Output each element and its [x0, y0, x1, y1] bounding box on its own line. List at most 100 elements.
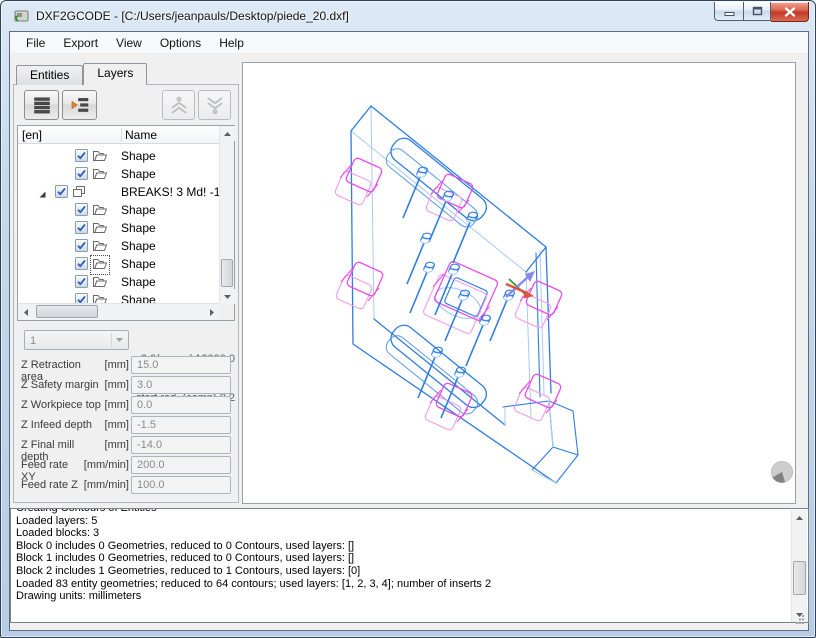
tree-row[interactable]: Shape: [18, 291, 219, 303]
menu-export[interactable]: Export: [54, 33, 107, 53]
field-input[interactable]: 0.0: [131, 396, 231, 414]
tree-row[interactable]: Shape: [18, 273, 219, 291]
row-label: Shape: [121, 149, 156, 163]
parameter-row: Z Final mill depth [mm] -14.0: [14, 436, 238, 463]
scroll-up-arrow[interactable]: [220, 126, 235, 141]
menu-view[interactable]: View: [107, 33, 151, 53]
row-label: Shape: [121, 221, 156, 235]
checkbox-icon: [75, 149, 88, 162]
shape-folder-icon: [93, 259, 108, 269]
tree-row[interactable]: Shape: [18, 147, 219, 165]
folder-icon: [92, 293, 108, 303]
layer-checkbox[interactable]: [75, 167, 88, 183]
field-input[interactable]: 15.0: [131, 356, 231, 374]
column-header-name: Name: [125, 128, 158, 142]
shape-folder-icon: [93, 277, 108, 287]
log-line: Loaded layers: 5: [16, 514, 98, 527]
window-title: DXF2GCODE - [C:/Users/jeanpauls/Desktop/…: [36, 9, 349, 23]
scroll-left-arrow[interactable]: [18, 304, 33, 320]
tree-row[interactable]: Shape: [18, 219, 219, 237]
menu-file[interactable]: File: [17, 33, 54, 53]
log-line: Drawing units: millimeters: [16, 590, 142, 603]
tree-row[interactable]: Shape: [18, 201, 219, 219]
layer-checkbox[interactable]: [75, 275, 88, 291]
row-label: BREAKS! 3 Md! -14: [121, 185, 219, 199]
parameter-row: Z Safety margin [mm] 3.0: [14, 376, 238, 396]
scroll-thumb[interactable]: [221, 259, 233, 287]
tree-row[interactable]: Shape: [18, 255, 219, 275]
minimize-button[interactable]: [714, 2, 743, 21]
field-input[interactable]: -1.5: [131, 416, 231, 434]
row-label: Shape: [121, 239, 156, 253]
field-input[interactable]: 100.0: [131, 476, 231, 494]
folder-icon: [92, 203, 108, 219]
client-area: File Export View Options Help Entities Layers: [9, 31, 809, 631]
move-down-button[interactable]: [198, 90, 231, 120]
chevron-down-icon: [111, 333, 126, 347]
log-line: Loaded 83 entity geometries; reduced to …: [16, 577, 492, 590]
tree-vertical-scrollbar[interactable]: [219, 126, 235, 304]
row-label: Shape: [121, 167, 156, 181]
collapse-tree-button[interactable]: [24, 90, 59, 120]
field-label: Z Workpiece top: [21, 399, 101, 411]
cad-canvas[interactable]: [242, 62, 796, 504]
scroll-thumb[interactable]: [36, 305, 98, 318]
menu-options[interactable]: Options: [151, 33, 210, 53]
tree-row[interactable]: Shape: [18, 165, 219, 183]
field-label: Z Infeed depth: [21, 419, 92, 431]
tree-row[interactable]: BREAKS! 3 Md! -14: [18, 183, 219, 201]
orbit-control-button[interactable]: [771, 461, 793, 483]
field-input[interactable]: -14.0: [131, 436, 231, 454]
expander[interactable]: [38, 188, 47, 202]
maximize-button[interactable]: [743, 2, 771, 21]
tab-entities[interactable]: Entities: [16, 65, 84, 85]
close-icon: [784, 6, 795, 17]
move-up-button[interactable]: [162, 90, 195, 120]
titlebar[interactable]: DXF2GCODE - [C:/Users/jeanpauls/Desktop/…: [1, 1, 815, 31]
layer-checkbox[interactable]: [75, 257, 88, 273]
scroll-thumb[interactable]: [793, 561, 806, 595]
folder-icon: [92, 275, 108, 291]
parameter-row: Feed rate XY [mm/min] 200.0: [14, 456, 238, 483]
layer-checkbox[interactable]: [75, 239, 88, 255]
layer-checkbox[interactable]: [75, 221, 88, 237]
field-label: Z Safety margin: [21, 379, 99, 391]
layer-checkbox[interactable]: [75, 203, 88, 219]
scroll-right-arrow[interactable]: [204, 304, 219, 320]
folder-icon: [92, 149, 108, 165]
tree-horizontal-scrollbar[interactable]: [18, 303, 219, 320]
menu-help[interactable]: Help: [210, 33, 253, 53]
tree-row[interactable]: Shape: [18, 237, 219, 255]
tab-layers[interactable]: Layers: [83, 63, 148, 85]
field-input[interactable]: 3.0: [131, 376, 231, 394]
tool-number-select[interactable]: 1: [24, 330, 129, 350]
shape-folder-icon: [93, 241, 108, 251]
arrow-up-icon: [171, 96, 186, 113]
layer-checkbox[interactable]: [75, 149, 88, 165]
layer-checkbox[interactable]: [75, 293, 88, 303]
checkbox-icon: [75, 203, 88, 216]
layers-panel: [en] Name Shape Shape BREAKS! 3 Md! -14 Sha…: [13, 84, 239, 503]
tree-header: [en] Name: [18, 126, 219, 144]
arrow-down-icon: [207, 97, 222, 114]
app-window: DXF2GCODE - [C:/Users/jeanpauls/Desktop/…: [0, 0, 816, 638]
expand-tree-button[interactable]: [62, 90, 97, 120]
checkbox-icon: [75, 221, 88, 234]
minimize-icon: [724, 11, 734, 16]
field-input[interactable]: 200.0: [131, 456, 231, 474]
expander-icon[interactable]: [38, 190, 47, 199]
checkbox-icon: [75, 293, 88, 303]
close-button[interactable]: [771, 2, 809, 22]
log-vertical-scrollbar[interactable]: [791, 510, 807, 622]
log-line: Creating Contours of Entities: [16, 508, 157, 514]
resize-grip[interactable]: [794, 611, 805, 629]
scroll-down-arrow[interactable]: [220, 289, 235, 304]
checkbox-icon: [75, 257, 88, 270]
checkbox-icon: [75, 167, 88, 180]
layer-checkbox[interactable]: [55, 185, 68, 201]
scroll-up-arrow[interactable]: [792, 510, 807, 525]
field-unit: [mm/min]: [83, 479, 129, 491]
checkbox-icon: [75, 239, 88, 252]
field-unit: [mm]: [104, 379, 129, 391]
message-log[interactable]: Creating Contours of Entities Loaded laye…: [10, 508, 809, 623]
